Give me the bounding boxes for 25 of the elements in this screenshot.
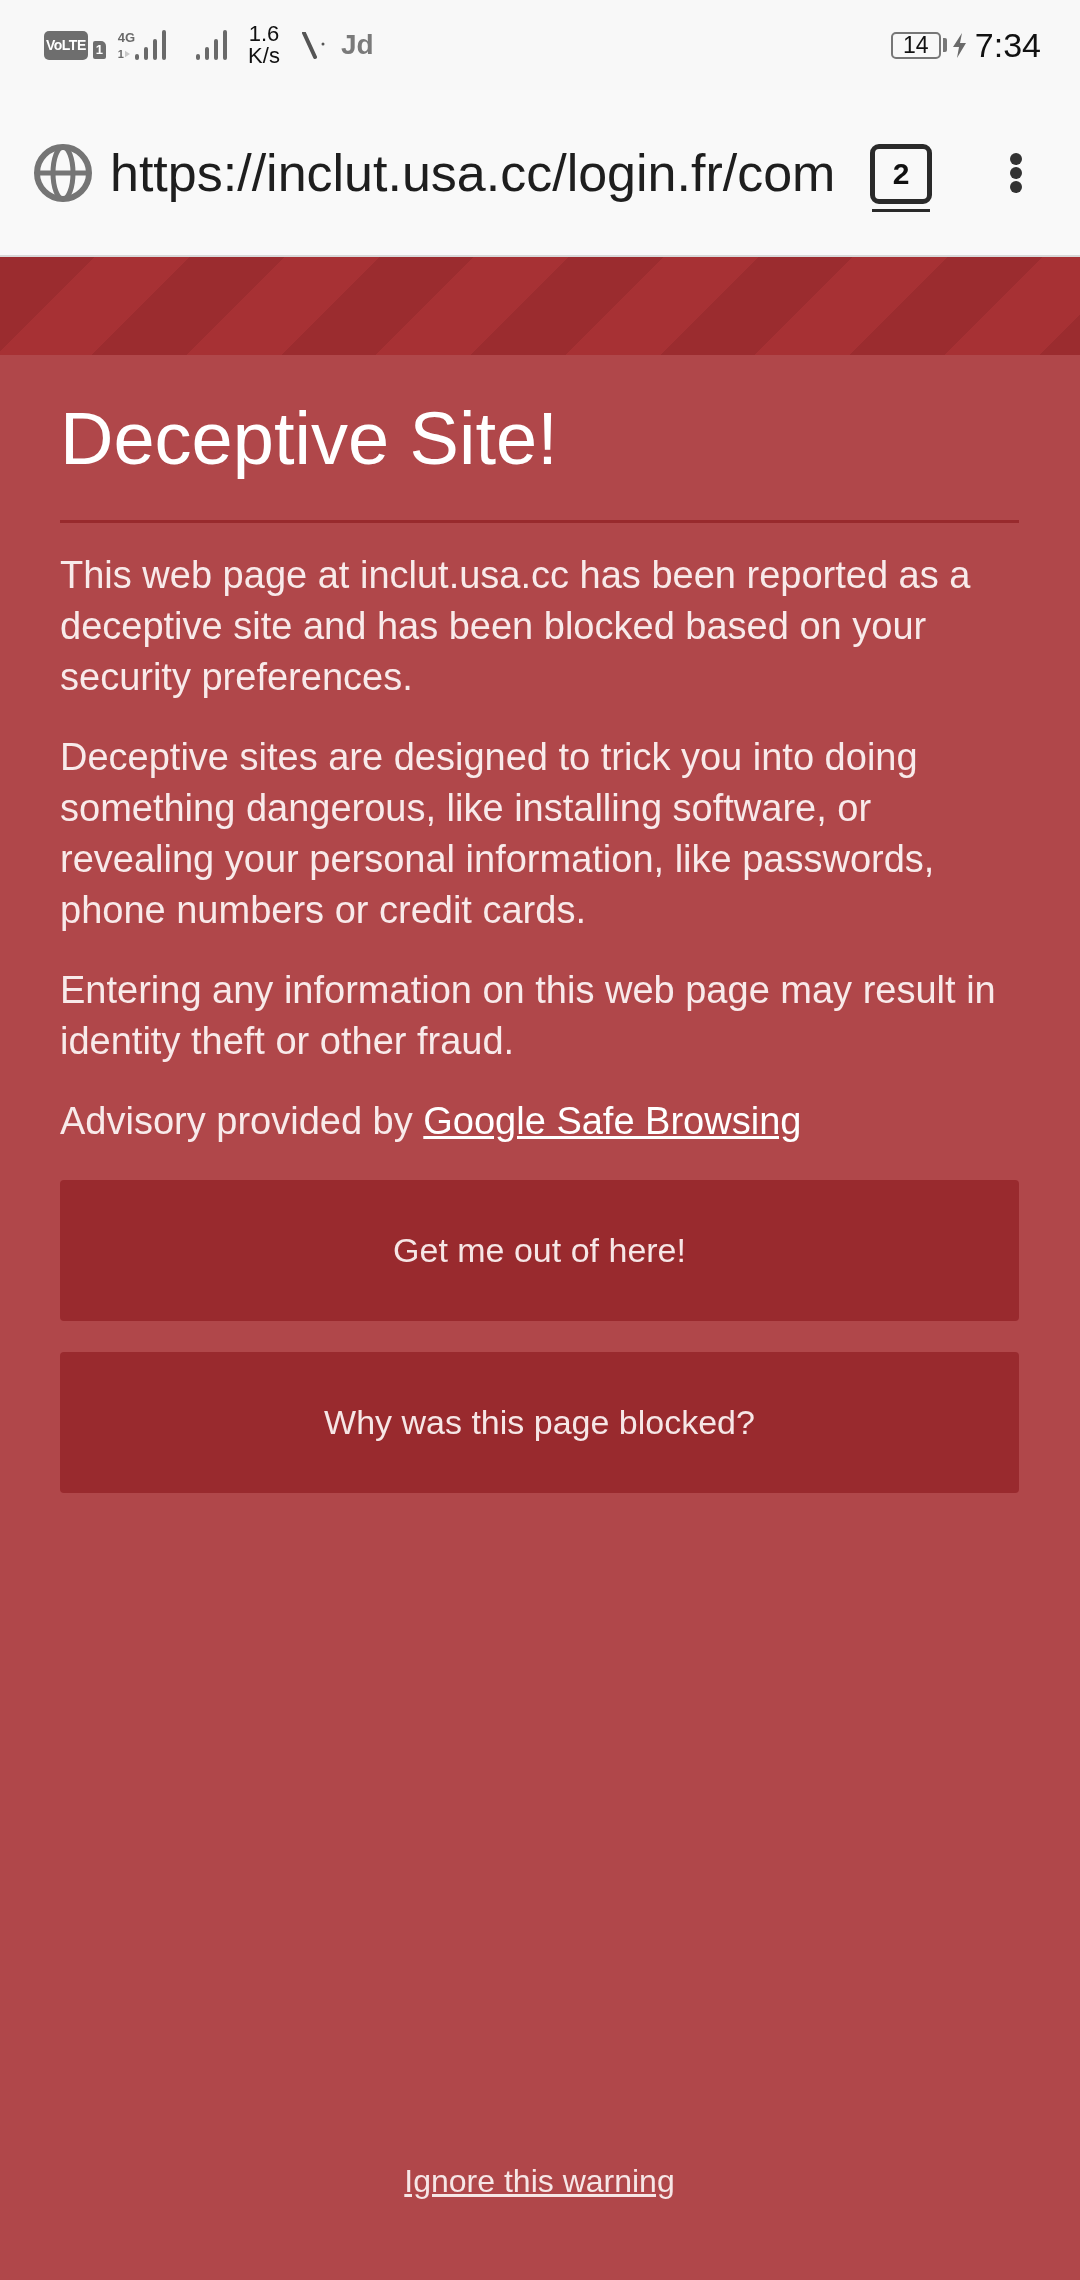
needle-icon — [301, 31, 325, 59]
signal-icon — [196, 30, 229, 60]
advisory-text: Advisory provided by Google Safe Browsing — [60, 1099, 803, 1144]
sim-indicator: 1 — [92, 41, 106, 59]
url-field[interactable]: https://inclut.usa.cc/login.fr/com — [110, 142, 870, 203]
action-button[interactable]: Get me out of here! — [60, 1180, 1019, 1321]
warning-paragraph: Deceptive sites are designed to trick you into doing something dangerous, like installing software, or revealing your personal information, like passwords, phone numbers or credit cards. — [60, 735, 936, 933]
safe-browsing-link[interactable]: Google Safe Browsing — [423, 1100, 802, 1142]
data-arrow-icon — [124, 50, 130, 58]
signal-icon — [135, 30, 168, 60]
globe-icon[interactable] — [33, 142, 93, 203]
network-speed-value: 1.6 — [248, 23, 280, 45]
volte-indicator: VoLTE — [44, 30, 88, 60]
notification-label: Jd — [340, 29, 374, 61]
clock-time: 7:34 — [974, 25, 1041, 65]
network-type-label: 4G — [117, 30, 136, 45]
network-speed-unit: K/s — [248, 45, 280, 67]
action-button[interactable]: Why was this page blocked? — [60, 1352, 1019, 1493]
battery-indicator: 14 — [890, 31, 947, 59]
more-options-icon[interactable] — [1009, 152, 1023, 193]
network-sim-label: 1 — [117, 48, 124, 60]
ignore-warning-link[interactable]: Ignore this warning — [404, 2161, 675, 2201]
warning-title: Deceptive Site! — [60, 396, 559, 482]
warning-paragraph: Entering any information on this web page may result in identity theft or other fraud. — [60, 968, 997, 1064]
warning-paragraph: This web page at inclut.usa.cc has been reported as a deceptive site and has been blocked based on your security preferences. — [60, 553, 972, 700]
